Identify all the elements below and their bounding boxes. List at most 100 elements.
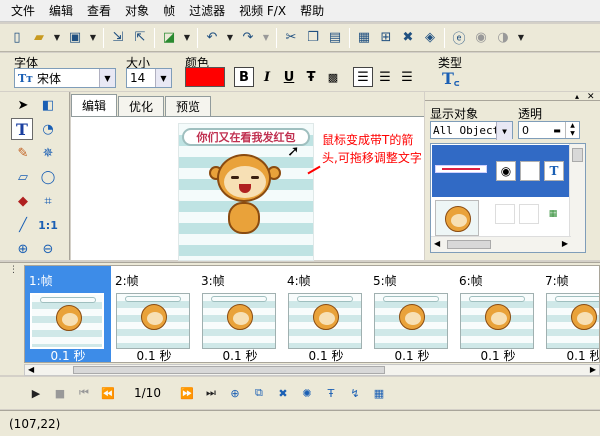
font-select[interactable]: Tт 宋体 ▼ — [14, 68, 116, 88]
save-icon[interactable]: ▣ — [66, 29, 84, 47]
transparency-stepper[interactable]: 0 ▬ ▲ ▼ — [518, 121, 580, 139]
eyedropper-tool-icon[interactable]: ╱ — [12, 214, 34, 236]
frame-item[interactable]: 1:帧 0.1 秒 — [25, 266, 111, 362]
frame-item[interactable]: 2:帧 0.1 秒 — [111, 266, 197, 362]
eraser-tool-icon[interactable]: ▱ — [12, 166, 34, 188]
panel-close-icon[interactable]: ✕ — [587, 92, 595, 102]
visibility-cell-icon[interactable] — [495, 204, 515, 224]
align-center-icon[interactable]: ☰ — [375, 67, 395, 87]
text-tool-icon[interactable]: T — [11, 118, 33, 140]
zoom-in-icon[interactable]: ⊕ — [12, 238, 34, 260]
underline-button[interactable]: U — [279, 67, 299, 87]
menu-frame[interactable]: 帧 — [156, 2, 182, 19]
frame-duration[interactable]: 0.1 秒 — [541, 347, 599, 362]
chevron-down-icon[interactable]: ▼ — [155, 69, 171, 87]
frames-hscrollbar[interactable]: ◀ ▶ — [24, 364, 600, 376]
open-folder-icon[interactable]: ▰ — [30, 29, 48, 47]
menu-view[interactable]: 查看 — [80, 2, 118, 19]
chevron-down-icon[interactable]: ▼ — [496, 122, 512, 140]
play-icon[interactable]: ▶ — [27, 384, 45, 402]
object-list[interactable]: ◉ T ▦ ◀ ▶ — [430, 143, 586, 253]
frame-image[interactable]: 你们又在看我发红包 ➚ — [178, 123, 314, 261]
stop-icon[interactable]: ■ — [51, 384, 69, 402]
delete-frame-icon[interactable]: ✖ — [399, 29, 417, 47]
scroll-right-icon[interactable]: ▶ — [562, 239, 568, 248]
italic-button[interactable]: I — [257, 67, 277, 87]
object-filter-select[interactable]: All Object ▼ — [430, 121, 513, 140]
previous-frame-icon[interactable]: ⏪ — [99, 384, 117, 402]
brush-tool-icon[interactable]: ✎ — [12, 142, 34, 164]
frame-effects-icon[interactable]: ✺ — [298, 384, 316, 402]
align-right-icon[interactable]: ☰ — [397, 67, 417, 87]
menu-object[interactable]: 对象 — [118, 2, 156, 19]
crop-tool-icon[interactable]: ⌗ — [37, 190, 59, 212]
delete-frame-icon[interactable]: ✖ — [274, 384, 292, 402]
undo-dropdown-icon[interactable]: ▼ — [225, 29, 235, 47]
cut-icon[interactable]: ✂ — [282, 29, 300, 47]
scroll-right-icon[interactable]: ▶ — [590, 365, 596, 374]
frame-item[interactable]: 3:帧 0.1 秒 — [197, 266, 283, 362]
align-left-icon[interactable]: ☰ — [353, 67, 373, 87]
strikethrough-icon[interactable]: Ŧ — [301, 67, 321, 87]
open-dropdown-icon[interactable]: ▼ — [52, 29, 62, 47]
frame-properties-icon[interactable]: ▦ — [370, 384, 388, 402]
bold-button[interactable]: B — [234, 67, 254, 87]
menu-edit[interactable]: 编辑 — [42, 2, 80, 19]
save-dropdown-icon[interactable]: ▼ — [88, 29, 98, 47]
object-list-hscrollbar[interactable]: ◀ ▶ — [431, 236, 571, 252]
scroll-thumb[interactable] — [73, 366, 385, 374]
rotate-tool-icon[interactable]: ◔ — [37, 118, 59, 140]
scroll-thumb[interactable] — [572, 148, 583, 162]
new-file-icon[interactable]: ▯ — [8, 29, 26, 47]
insert-image-icon[interactable]: ◪ — [160, 29, 178, 47]
last-frame-icon[interactable]: ⏭ — [202, 384, 220, 402]
pointer-tool-icon[interactable]: ➤ — [12, 94, 34, 116]
frame-item[interactable]: 6:帧 0.1 秒 — [455, 266, 541, 362]
resize-icon[interactable]: ◈ — [421, 29, 439, 47]
redo-dropdown-icon[interactable]: ▼ — [261, 29, 271, 47]
frame-strip[interactable]: 1:帧 0.1 秒 2:帧 0.1 秒 3:帧 0.1 秒 4:帧 0.1 秒 … — [24, 265, 600, 363]
fill-tool-icon[interactable]: ◆ — [12, 190, 34, 212]
tab-edit[interactable]: 编辑 — [71, 94, 118, 116]
chevron-down-icon[interactable]: ▼ — [99, 69, 115, 87]
undo-icon[interactable]: ↶ — [203, 29, 221, 47]
browser-preview-icon[interactable]: ⓔ — [450, 29, 468, 47]
frame-duration[interactable]: 0.1 秒 — [283, 347, 369, 362]
text-type-icon[interactable]: T꜀ — [442, 67, 459, 89]
lasso-tool-icon[interactable]: ◯ — [37, 166, 59, 188]
insert-text-frame-icon[interactable]: Ŧ — [322, 384, 340, 402]
panel-menu-icon[interactable]: ▴ — [575, 92, 579, 101]
object-row-selected[interactable]: ◉ T — [432, 145, 570, 197]
next-frame-icon[interactable]: ⏩ — [178, 384, 196, 402]
scroll-left-icon[interactable]: ◀ — [434, 239, 440, 248]
frame-duration[interactable]: 0.1 秒 — [197, 347, 283, 362]
frame-item[interactable]: 4:帧 0.1 秒 — [283, 266, 369, 362]
menu-video-fx[interactable]: 视频 F/X — [232, 2, 293, 19]
menu-file[interactable]: 文件 — [4, 2, 42, 19]
frame-duration[interactable]: 0.1 秒 — [369, 347, 455, 362]
spin-arrows-icon[interactable]: ▲ ▼ — [565, 122, 579, 138]
tab-optimize[interactable]: 优化 — [118, 96, 165, 116]
tab-preview[interactable]: 预览 — [165, 96, 212, 116]
frame-duration[interactable]: 0.1 秒 — [455, 347, 541, 362]
frame-item[interactable]: 7:帧 0.1 秒 — [541, 266, 599, 362]
frame-duration[interactable]: 0.1 秒 — [25, 347, 111, 362]
size-select[interactable]: 14 ▼ — [126, 68, 172, 88]
select-object-tool-icon[interactable]: ◧ — [37, 94, 59, 116]
frame-duration[interactable]: 0.1 秒 — [111, 347, 197, 362]
import-icon[interactable]: ⇲ — [109, 29, 127, 47]
optimize-icon[interactable]: ◉ — [472, 29, 490, 47]
transition-icon[interactable]: ↯ — [346, 384, 364, 402]
menu-help[interactable]: 帮助 — [293, 2, 331, 19]
magic-wand-tool-icon[interactable]: ✵ — [37, 142, 59, 164]
add-frame-icon[interactable]: ⊞ — [377, 29, 395, 47]
frame-item[interactable]: 5:帧 0.1 秒 — [369, 266, 455, 362]
scroll-left-icon[interactable]: ◀ — [28, 365, 34, 374]
wizard-icon[interactable]: ◑ — [494, 29, 512, 47]
paste-icon[interactable]: ▤ — [326, 29, 344, 47]
export-icon[interactable]: ⇱ — [131, 29, 149, 47]
add-frame-icon[interactable]: ⊕ — [226, 384, 244, 402]
slider-icon[interactable]: ▬ — [550, 122, 564, 138]
lock-cell-icon[interactable] — [520, 161, 540, 181]
actual-size-icon[interactable]: 1:1 — [37, 214, 59, 236]
